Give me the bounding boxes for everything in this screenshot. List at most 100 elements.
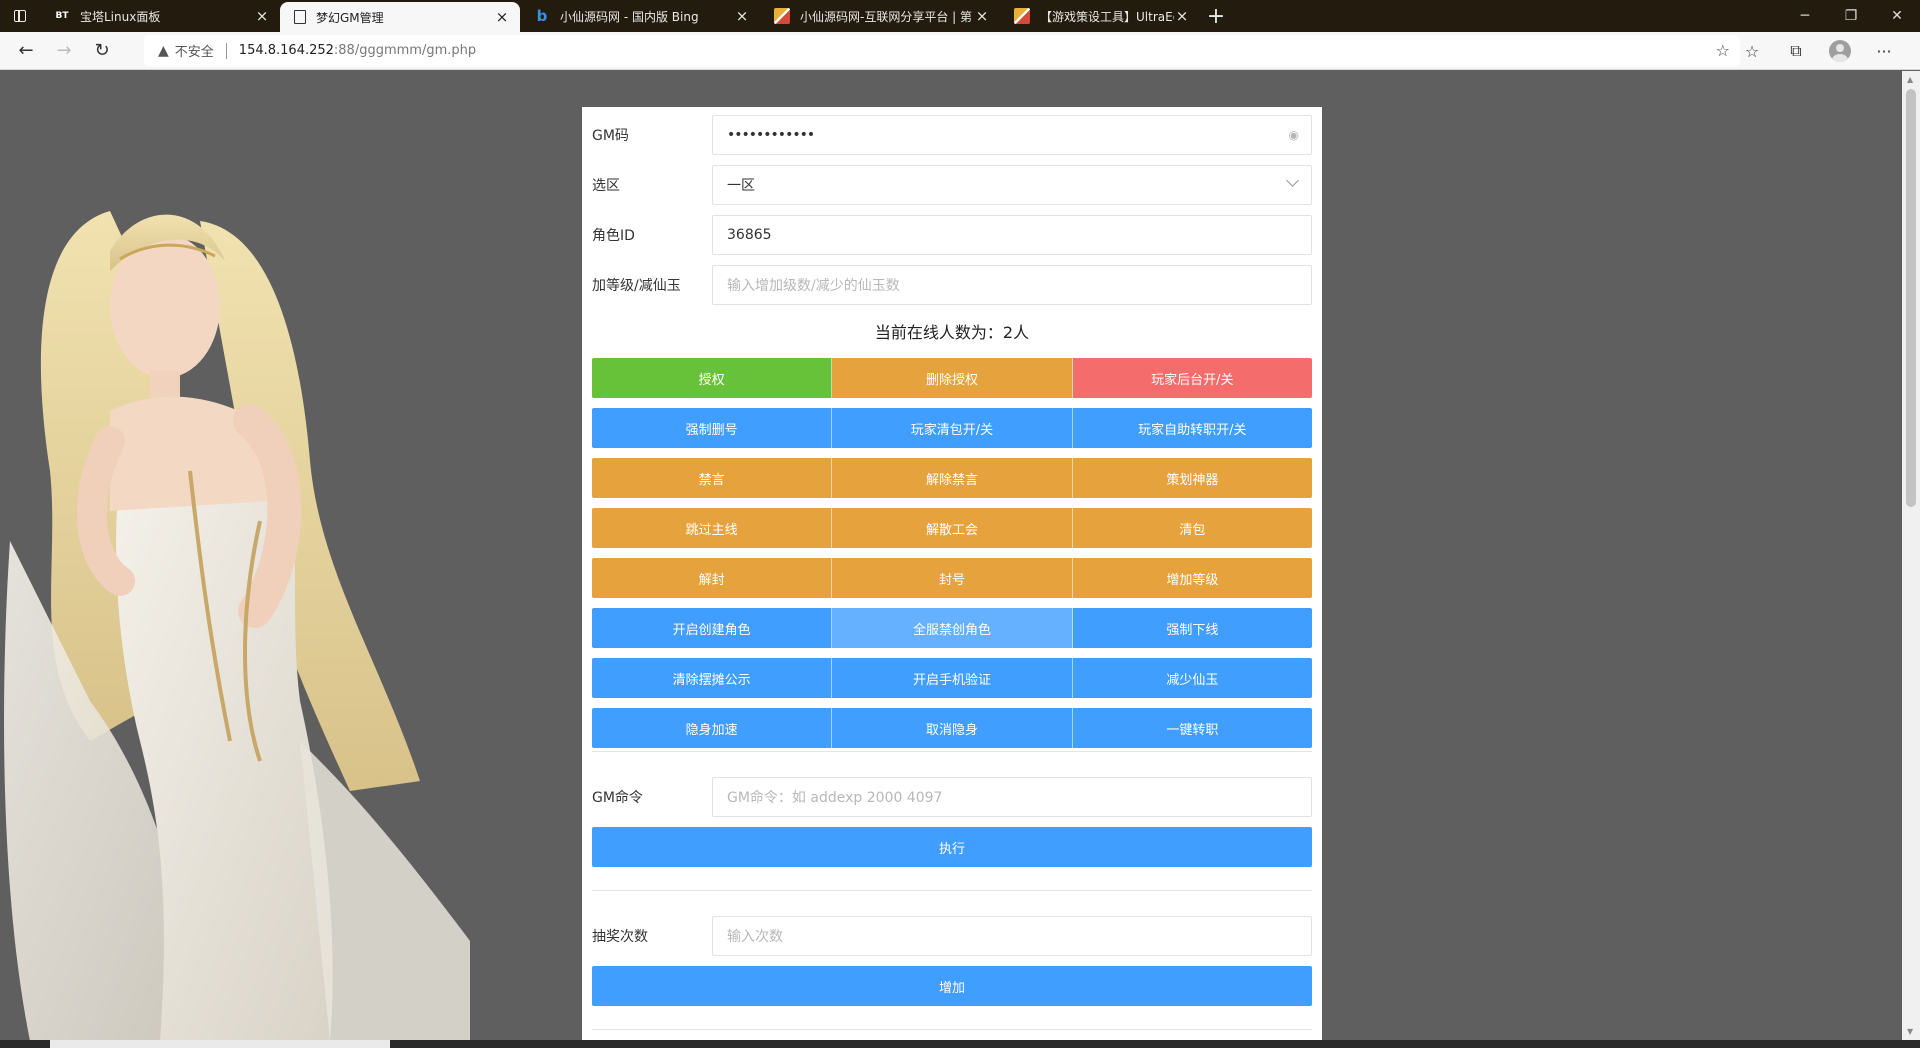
tab-xiaoxian[interactable]: 小仙源码网-互联网分享平台 | 第 × [760,0,1000,32]
action-button[interactable]: 玩家自助转职开/关 [1072,408,1312,448]
tab-ultraedit[interactable]: 【游戏策设工具】UltraEdit(UE编 × [1000,0,1200,32]
action-button[interactable]: 禁言 [592,458,833,498]
url-host: 154.8.164.252 [238,43,334,58]
button-row: 清除摆摊公示 开启手机验证 减少仙玉 [592,658,1312,698]
action-button[interactable]: 删除授权 [832,358,1073,398]
close-tab-icon[interactable]: × [734,8,750,24]
address-bar[interactable]: ▲ 不安全 154.8.164.252:88/gggmmm/gm.php ☆ [144,35,1740,66]
action-button[interactable]: 全服禁创角色 [832,608,1073,648]
page-scrollbar[interactable]: ▲ ▼ [1902,71,1920,1040]
forward-icon[interactable]: → [46,35,82,67]
close-tab-icon[interactable]: × [254,8,270,24]
add-lottery-button[interactable]: 增加 [592,966,1312,1006]
tab-bt-panel[interactable]: BT 宝塔Linux面板 × [40,0,280,32]
tab-title: 梦幻GM管理 [316,10,384,25]
taskbar-strip [0,1040,1920,1048]
role-id-value: 36865 [727,227,772,243]
action-button[interactable]: 解散工会 [832,508,1073,548]
execute-button[interactable]: 执行 [592,827,1312,867]
button-row: 开启创建角色 全服禁创角色 强制下线 [592,608,1312,648]
favorite-add-icon[interactable]: ☆ [1716,41,1730,60]
restore-icon[interactable]: ❐ [1828,0,1874,32]
bt-favicon-icon: BT [55,11,69,21]
action-button[interactable]: 开启手机验证 [832,658,1073,698]
taskbar-item [50,1040,390,1048]
back-icon[interactable]: ← [8,35,44,67]
reload-icon[interactable]: ↻ [84,35,120,67]
insecure-label[interactable]: 不安全 [175,41,214,60]
gm-command-label: GM命令 [592,790,643,806]
action-button[interactable]: 玩家后台开/关 [1072,358,1312,398]
button-row: 授权 删除授权 玩家后台开/关 [592,358,1312,398]
bing-favicon-icon: b [536,7,548,25]
action-button[interactable]: 策划神器 [1072,458,1312,498]
favorites-icon[interactable]: ☆ [1730,36,1774,66]
more-icon[interactable]: ··· [1862,36,1906,66]
action-button[interactable]: 清除摆摊公示 [592,658,833,698]
level-jade-row: 加等级/减仙玉 输入增加级数/减少的仙玉数 [592,265,1312,305]
eye-icon[interactable]: ◉ [1289,128,1299,142]
action-button[interactable]: 取消隐身 [832,708,1073,748]
divider [592,1029,1312,1030]
lottery-input[interactable]: 输入次数 [712,916,1312,956]
zone-row: 选区 一区 [592,165,1312,205]
action-button[interactable]: 清包 [1072,508,1312,548]
level-jade-input[interactable]: 输入增加级数/减少的仙玉数 [712,265,1312,305]
action-button[interactable]: 解封 [592,558,833,598]
action-button[interactable]: 隐身加速 [592,708,833,748]
divider [592,890,1312,891]
zone-value: 一区 [727,178,755,194]
zone-label: 选区 [592,178,620,194]
action-button[interactable]: 增加等级 [1072,558,1312,598]
action-button[interactable]: 玩家清包开/关 [832,408,1073,448]
role-id-input[interactable]: 36865 [712,215,1312,255]
action-button[interactable]: 减少仙玉 [1072,658,1312,698]
avatar [1829,40,1851,62]
gm-command-placeholder: GM命令：如 addexp 2000 4097 [727,790,943,806]
zone-select[interactable]: 一区 [712,165,1312,205]
action-button[interactable]: 开启创建角色 [592,608,833,648]
collections-icon[interactable]: ⧉ [1774,36,1818,66]
action-button[interactable]: 跳过主线 [592,508,833,548]
action-button[interactable]: 封号 [832,558,1073,598]
window-controls: ─ ❐ ✕ [1782,0,1920,32]
scroll-up-icon[interactable]: ▲ [1907,75,1913,84]
gm-code-input[interactable]: •••••••••••• ◉ [712,115,1312,155]
new-tab-icon[interactable]: + [1200,0,1232,32]
action-button[interactable]: 强制删号 [592,408,833,448]
toolbar-right: ☆ ⧉ ··· [1730,36,1906,66]
tab-actions-button[interactable] [0,0,40,32]
tab-bing[interactable]: b 小仙源码网 - 国内版 Bing × [520,0,760,32]
gm-panel: GM码 •••••••••••• ◉ 选区 一区 角色ID 36865 加等级/… [582,107,1322,1040]
divider [592,751,1312,752]
browser-toolbar: ← → ↻ ▲ 不安全 154.8.164.252:88/gggmmm/gm.p… [0,32,1920,70]
tab-gm-manager[interactable]: 梦幻GM管理 × [280,2,520,32]
gm-code-value: •••••••••••• [727,127,815,143]
warning-icon[interactable]: ▲ [158,43,169,59]
gm-command-input[interactable]: GM命令：如 addexp 2000 4097 [712,777,1312,817]
close-tab-icon[interactable]: × [494,9,510,25]
action-button[interactable]: 解除禁言 [832,458,1073,498]
action-button[interactable]: 强制下线 [1072,608,1312,648]
button-row: 跳过主线 解散工会 清包 [592,508,1312,548]
pen-favicon-icon [774,8,790,24]
scrollbar-thumb[interactable] [1906,89,1916,507]
minimize-icon[interactable]: ─ [1782,0,1828,32]
lottery-label: 抽奖次数 [592,929,648,945]
tab-title: 小仙源码网-互联网分享平台 | 第 [800,9,973,24]
close-window-icon[interactable]: ✕ [1874,0,1920,32]
profile-icon[interactable] [1818,36,1862,66]
url-path: :88/gggmmm/gm.php [333,43,477,58]
role-id-row: 角色ID 36865 [592,215,1312,255]
action-button[interactable]: 一键转职 [1072,708,1312,748]
close-tab-icon[interactable]: × [1174,8,1190,24]
close-tab-icon[interactable]: × [974,8,990,24]
pen-favicon-icon [1014,8,1030,24]
tab-title: 【游戏策设工具】UltraEdit(UE编 [1040,9,1174,24]
online-count: 当前在线人数为：2人 [874,323,1030,342]
scroll-down-icon[interactable]: ▼ [1907,1027,1913,1036]
action-button[interactable]: 授权 [592,358,833,398]
level-jade-placeholder: 输入增加级数/减少的仙玉数 [727,278,900,294]
page-viewport: GM码 •••••••••••• ◉ 选区 一区 角色ID 36865 加等级/… [0,71,1902,1040]
tab-actions-icon [14,10,26,22]
